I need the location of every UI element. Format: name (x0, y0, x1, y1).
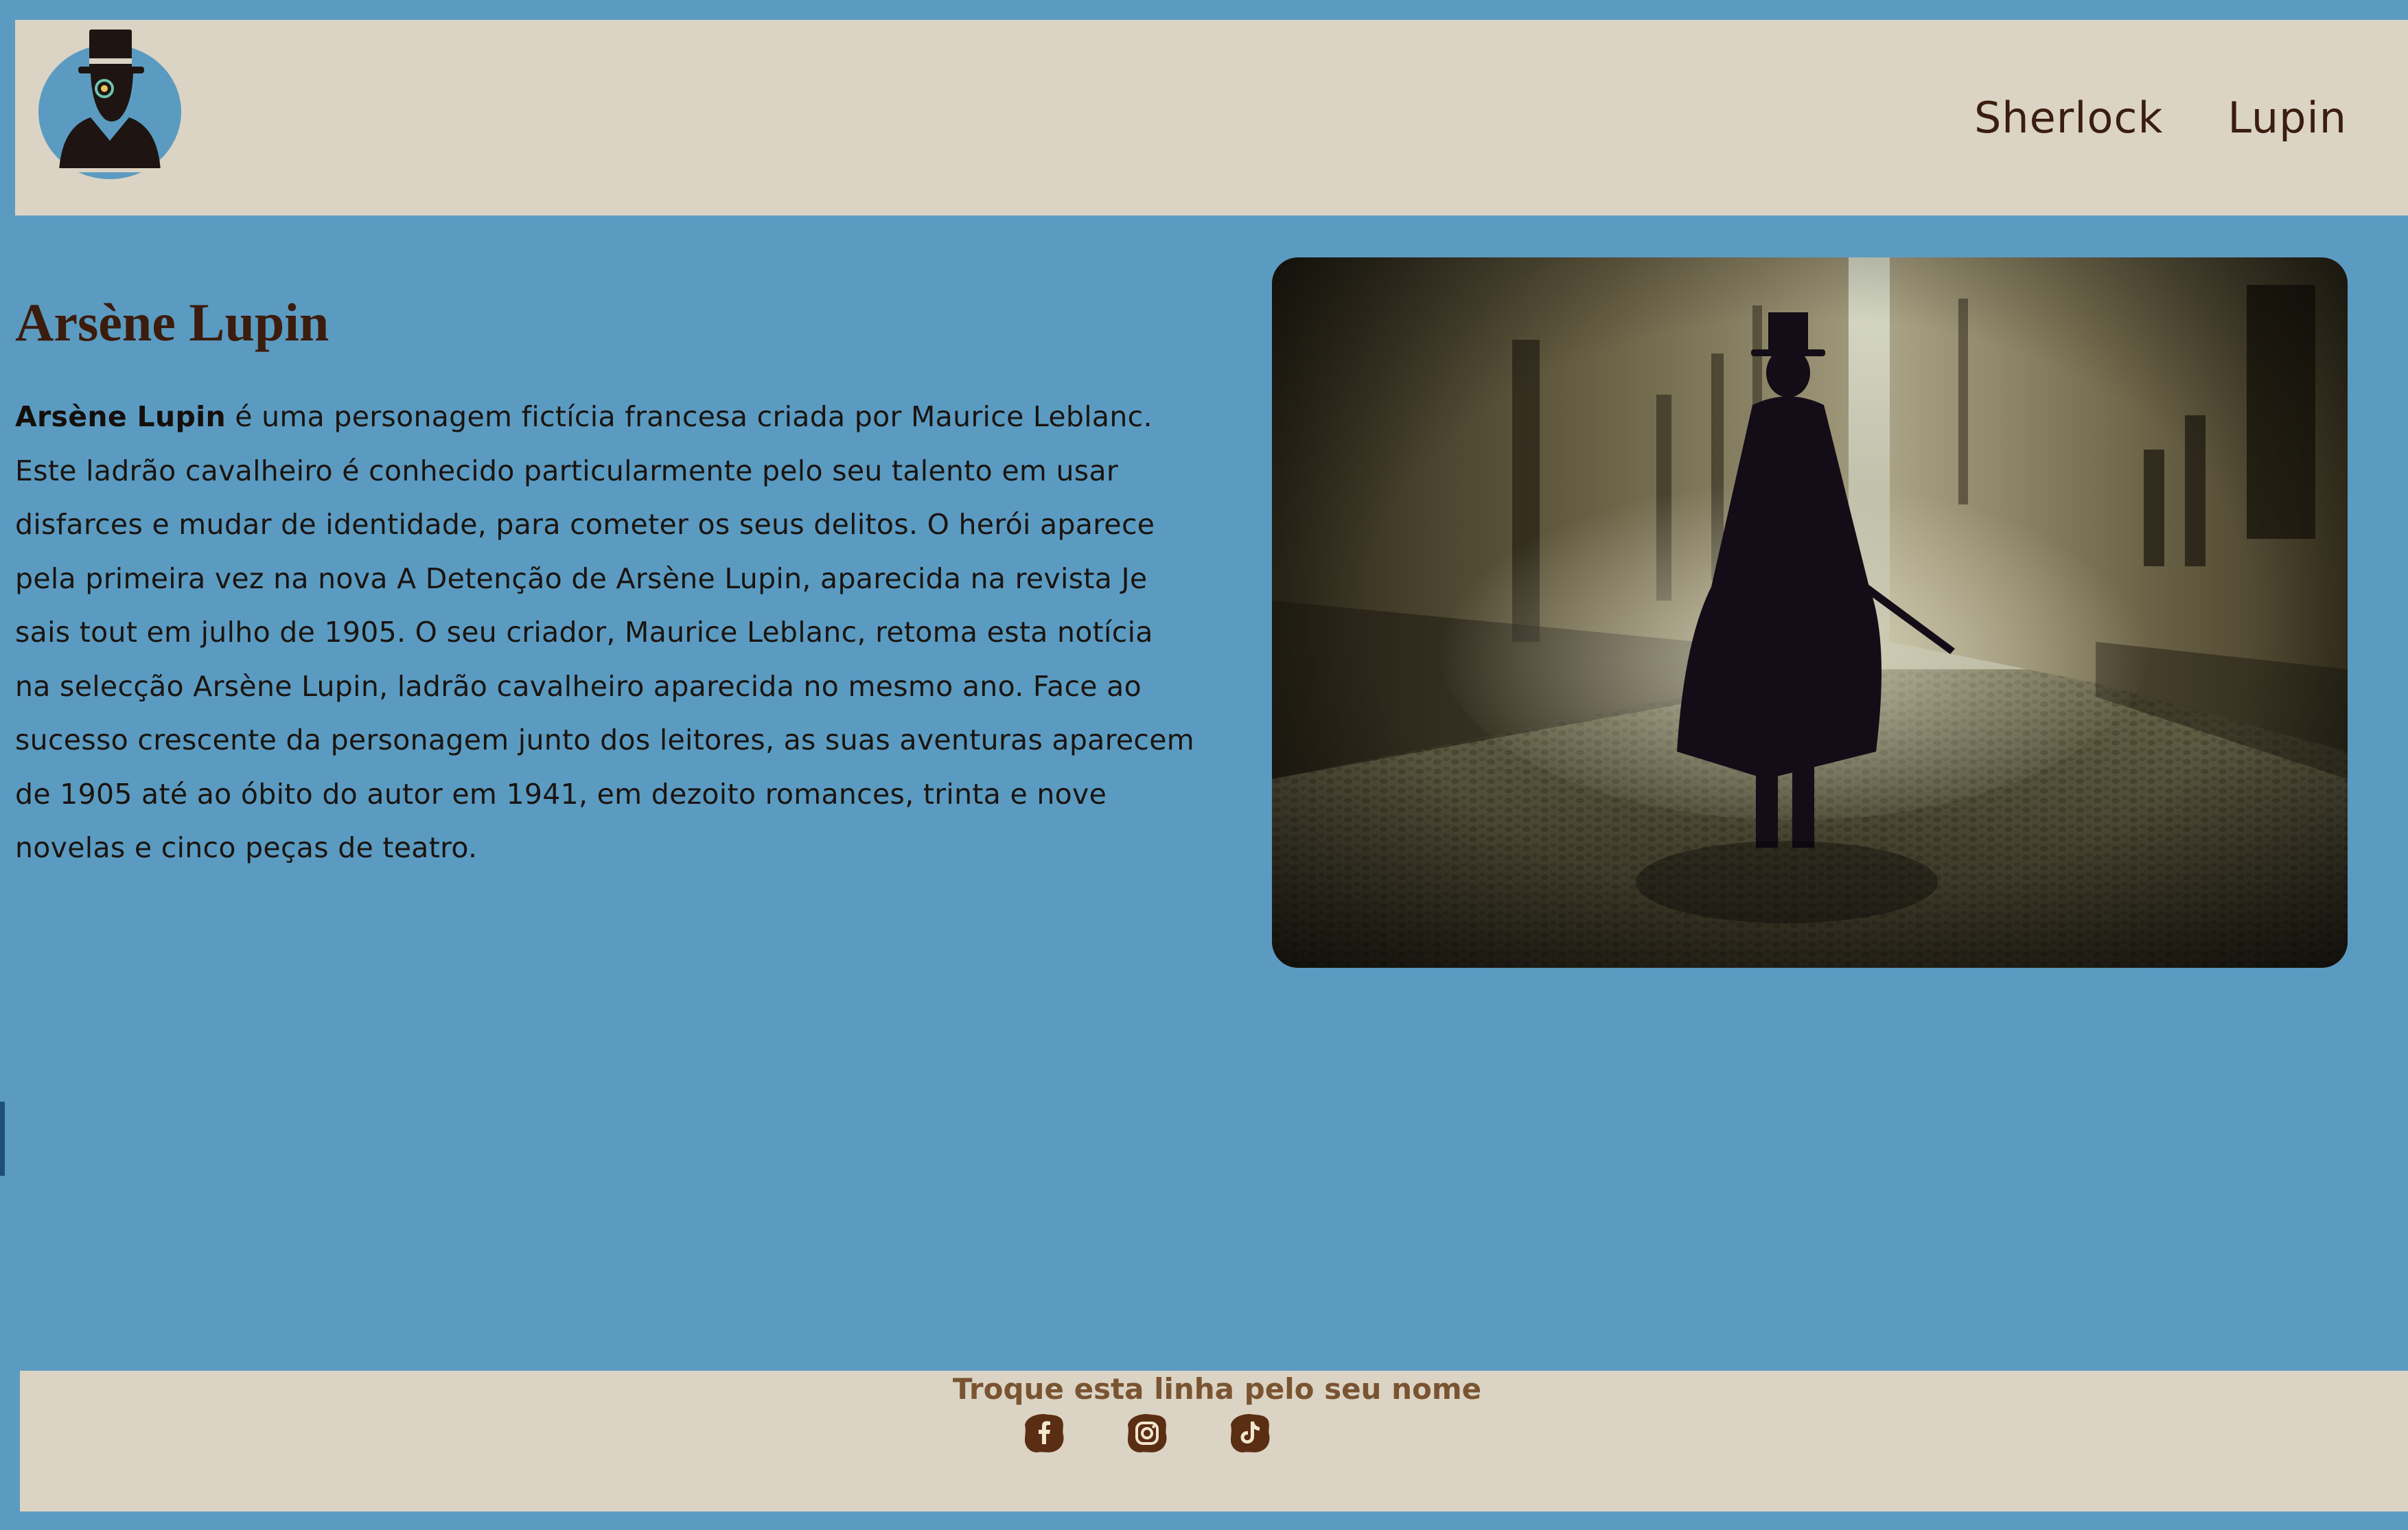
nav-link-sherlock[interactable]: Sherlock (1974, 93, 2163, 143)
instagram-icon[interactable] (1126, 1413, 1168, 1454)
page-title: Arsène Lupin (15, 292, 329, 352)
bio-name-bold: Arsène Lupin (15, 400, 226, 433)
social-links (1023, 1413, 1271, 1454)
facebook-icon[interactable] (1023, 1413, 1065, 1454)
edge-scrollbar[interactable] (0, 1102, 5, 1176)
site-footer: Troque esta linha pelo seu nome (20, 1371, 2408, 1511)
lupin-photo (1272, 257, 2348, 968)
nav-link-lupin[interactable]: Lupin (2227, 93, 2347, 143)
main-nav: Sherlock Lupin (1974, 20, 2347, 216)
detective-logo-icon[interactable] (36, 24, 184, 183)
site-header: Sherlock Lupin (15, 20, 2408, 216)
footer-author-name: Troque esta linha pelo seu nome (952, 1372, 1482, 1406)
tiktok-icon[interactable] (1229, 1413, 1271, 1454)
bio-text: é uma personagem fictícia francesa criad… (15, 400, 1194, 864)
biography-paragraph: Arsène Lupin é uma personagem fictícia f… (15, 390, 1196, 875)
